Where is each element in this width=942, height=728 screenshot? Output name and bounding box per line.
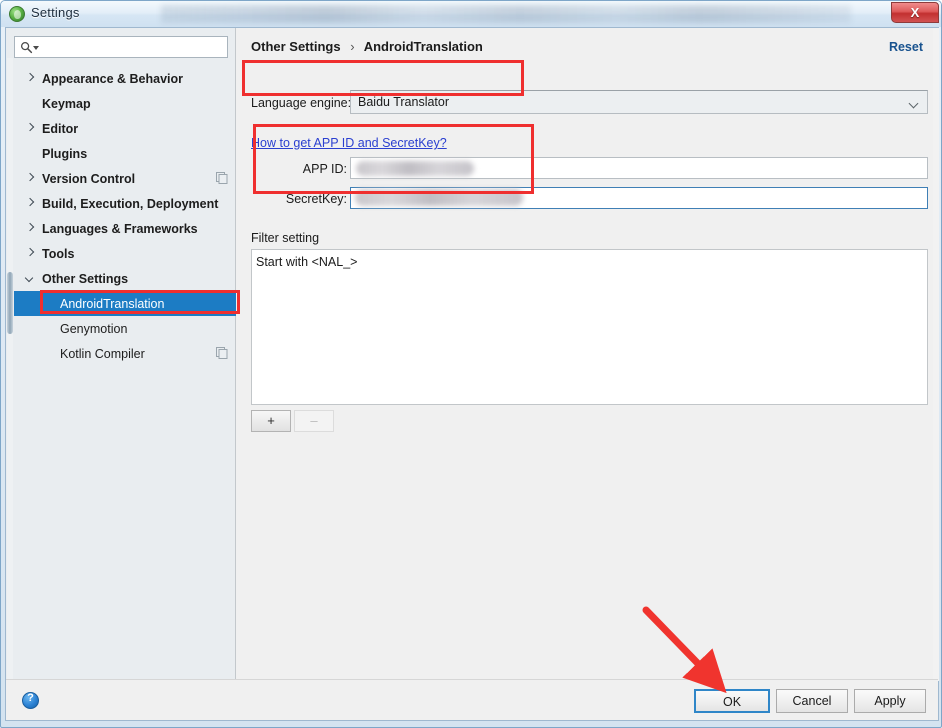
sidebar-item-androidtranslation[interactable]: AndroidTranslation	[14, 291, 236, 316]
secretkey-field[interactable]	[350, 187, 928, 209]
sidebar-item-plugins[interactable]: Plugins	[14, 141, 236, 166]
settings-sidebar: Appearance & Behavior Keymap Editor Plugins…	[6, 28, 236, 681]
sidebar-item-label: Kotlin Compiler	[60, 346, 145, 361]
reset-link[interactable]: Reset	[889, 40, 923, 54]
close-icon: X	[910, 5, 920, 20]
breadcrumb-parent[interactable]: Other Settings	[251, 39, 341, 54]
sidebar-item-genymotion[interactable]: Genymotion	[14, 316, 236, 341]
sidebar-item-label: Plugins	[42, 146, 88, 161]
project-scope-icon	[216, 172, 228, 184]
cancel-button[interactable]: Cancel	[776, 689, 848, 713]
chevron-right-icon[interactable]	[26, 174, 34, 182]
language-engine-combobox[interactable]: Baidu Translator	[350, 90, 928, 114]
appid-label: APP ID:	[302, 162, 347, 176]
sidebar-item-label: Appearance & Behavior	[42, 71, 184, 86]
sidebar-scrollbar[interactable]	[7, 58, 13, 680]
breadcrumb: Other Settings › AndroidTranslation	[251, 39, 483, 54]
chevron-right-icon[interactable]	[26, 124, 34, 132]
appid-redacted-value	[356, 161, 474, 176]
add-filter-button[interactable]: +	[251, 410, 291, 432]
settings-dialog: Settings X Appearance & Behavior Keymap …	[0, 0, 942, 728]
content-scrollbar[interactable]	[933, 28, 939, 681]
filter-setting-list[interactable]: Start with <NAL_>	[251, 249, 928, 405]
search-box[interactable]	[14, 36, 228, 58]
sidebar-item-editor[interactable]: Editor	[14, 116, 236, 141]
appid-field[interactable]	[350, 157, 928, 179]
chevron-right-icon[interactable]	[26, 224, 34, 232]
sidebar-item-version-control[interactable]: Version Control	[14, 166, 236, 191]
filter-setting-label: Filter setting	[251, 231, 320, 245]
sidebar-item-label: Other Settings	[42, 271, 129, 286]
chevron-down-icon[interactable]	[910, 100, 919, 109]
project-scope-icon	[216, 347, 228, 359]
apply-button[interactable]: Apply	[854, 689, 926, 713]
sidebar-item-other-settings[interactable]: Other Settings	[14, 266, 236, 291]
sidebar-item-label: Languages & Frameworks	[42, 221, 198, 236]
sidebar-item-label: AndroidTranslation	[60, 296, 165, 311]
sidebar-item-kotlin-compiler[interactable]: Kotlin Compiler	[14, 341, 236, 366]
window-frame: Settings X Appearance & Behavior Keymap …	[0, 0, 942, 728]
language-engine-label: Language engine:	[251, 96, 352, 110]
sidebar-item-label: Editor	[42, 121, 79, 136]
help-glyph: ?	[27, 692, 34, 704]
sidebar-item-languages-frameworks[interactable]: Languages & Frameworks	[14, 216, 236, 241]
sidebar-item-label: Version Control	[42, 171, 136, 186]
chevron-down-icon[interactable]	[26, 274, 34, 282]
title-bar: Settings X	[1, 1, 941, 27]
sidebar-item-appearance-behavior[interactable]: Appearance & Behavior	[14, 66, 236, 91]
sidebar-item-label: Build, Execution, Deployment	[42, 196, 219, 211]
title-bar-blurred-text	[161, 5, 851, 23]
settings-content-panel: Other Settings › AndroidTranslation Rese…	[237, 28, 939, 681]
filter-list-item[interactable]: Start with <NAL_>	[256, 255, 357, 269]
secretkey-redacted-value	[355, 189, 523, 206]
intellij-icon	[9, 6, 25, 22]
language-engine-value: Baidu Translator	[358, 95, 450, 109]
how-to-get-keys-link[interactable]: How to get APP ID and SecretKey?	[251, 136, 447, 150]
ok-button[interactable]: OK	[694, 689, 770, 713]
breadcrumb-separator-icon: ›	[350, 39, 355, 54]
help-icon[interactable]: ?	[22, 692, 39, 709]
secretkey-label: SecretKey:	[285, 192, 347, 206]
sidebar-item-keymap[interactable]: Keymap	[14, 91, 236, 116]
search-input[interactable]	[41, 38, 225, 56]
close-button[interactable]: X	[891, 2, 939, 23]
dialog-button-bar: ? OK Cancel Apply	[6, 679, 938, 720]
sidebar-item-build-execution-deployment[interactable]: Build, Execution, Deployment	[14, 191, 236, 216]
breadcrumb-current: AndroidTranslation	[363, 39, 483, 54]
remove-filter-button: –	[294, 410, 334, 432]
chevron-right-icon[interactable]	[26, 74, 34, 82]
settings-tree: Appearance & Behavior Keymap Editor Plugins…	[14, 66, 236, 366]
window-title: Settings	[31, 5, 80, 20]
search-dropdown-caret-icon[interactable]	[33, 46, 39, 50]
chevron-right-icon[interactable]	[26, 249, 34, 257]
sidebar-item-label: Keymap	[42, 96, 91, 111]
chevron-right-icon[interactable]	[26, 199, 34, 207]
sidebar-scrollbar-thumb[interactable]	[7, 272, 13, 334]
dialog-client-area: Appearance & Behavior Keymap Editor Plugins…	[5, 27, 939, 721]
sidebar-item-tools[interactable]: Tools	[14, 241, 236, 266]
sidebar-item-label: Tools	[42, 246, 75, 261]
search-icon	[20, 41, 33, 54]
sidebar-item-label: Genymotion	[60, 321, 128, 336]
